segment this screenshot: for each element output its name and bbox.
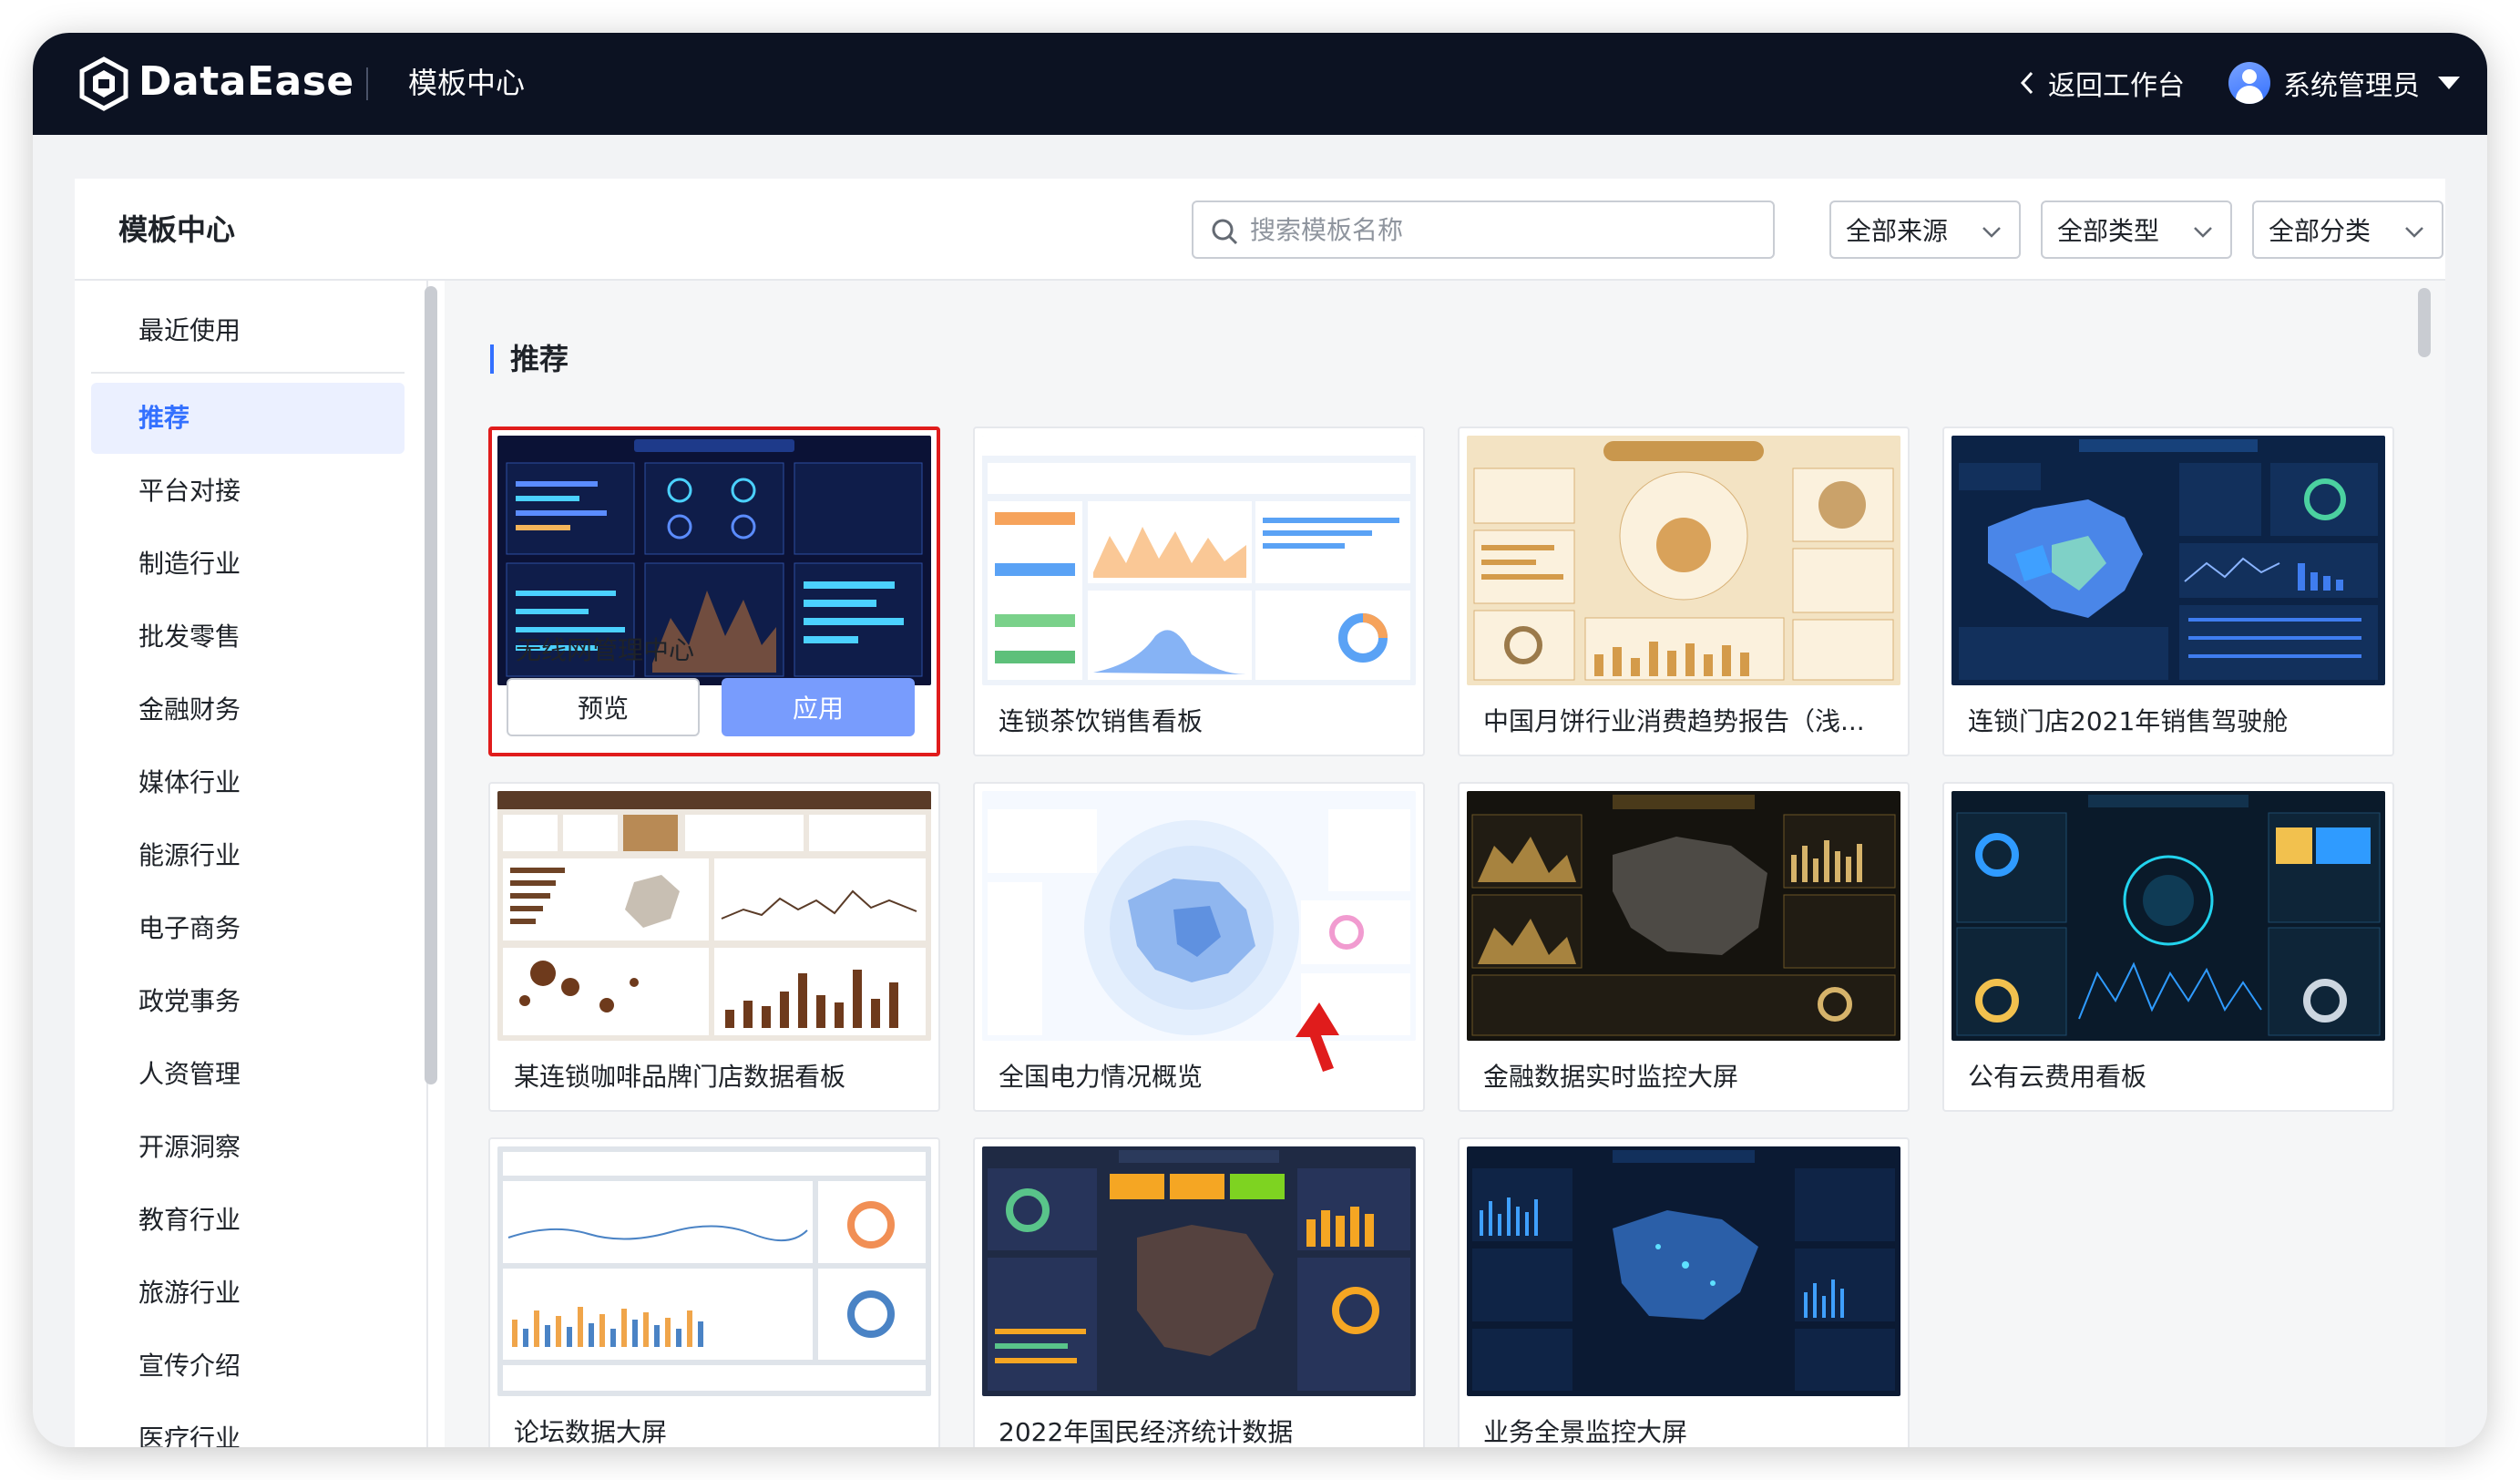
chevron-left-icon [2020,71,2033,95]
sidebar-item-media[interactable]: 媒体行业 [91,747,405,818]
template-grid: 推荐 无线网管理中心 预览 应用 连锁茶饮销售看板 中国月饼行业消费趋势报告（浅… [445,281,2445,1447]
template-card[interactable]: 业务全景监控大屏 [1458,1137,1910,1447]
search-box [1192,200,1775,259]
template-name: 论坛数据大屏 [514,1417,668,1447]
template-card[interactable]: 某连锁咖啡品牌门店数据看板 [488,782,940,1112]
template-card[interactable]: 金融数据实时监控大屏 [1458,782,1910,1112]
sidebar-item-medical[interactable]: 医疗行业 [91,1403,405,1447]
caret-down-icon [2438,77,2460,89]
sidebar-item-party-affairs[interactable]: 政党事务 [91,966,405,1037]
back-to-workbench-link[interactable]: 返回工作台 [2019,60,2185,106]
sidebar-item-promotion[interactable]: 宣传介绍 [91,1331,405,1402]
pointer-arrow-icon [1296,1002,1339,1072]
apply-button[interactable]: 应用 [722,678,915,736]
template-thumbnail [982,436,1416,685]
template-name: 全国电力情况概览 [999,1062,1204,1092]
template-thumbnail [497,1146,931,1396]
top-bar: DataEase 模板中心 返回工作台 系统管理员 [33,33,2487,135]
template-panel: 模板中心 全部来源 全部类型 全部分类 最近使用 推荐 平台对接 [75,179,2445,1447]
template-name: 业务全景监控大屏 [1483,1417,1688,1447]
sidebar-item-recent[interactable]: 最近使用 [91,295,405,366]
dataease-logo-icon [79,57,128,111]
section-title: 推荐 [490,341,569,377]
type-select[interactable]: 全部类型 [2041,200,2232,259]
template-card[interactable]: 全国电力情况概览 [973,782,1425,1112]
template-name: 中国月饼行业消费趋势报告（浅... [1483,706,1865,736]
sidebar-item-retail[interactable]: 批发零售 [91,601,405,673]
template-name: 连锁茶饮销售看板 [999,706,1204,736]
type-select-value: 全部类型 [2057,216,2160,246]
chevron-down-icon [2194,227,2212,238]
category-select[interactable]: 全部分类 [2252,200,2443,259]
preview-button[interactable]: 预览 [507,678,700,736]
page-title: 模板中心 [118,212,236,247]
header-title: 模板中心 [408,66,526,100]
sidebar-item-platform[interactable]: 平台对接 [91,456,405,527]
template-thumbnail [497,791,931,1041]
sidebar-scrollbar[interactable] [425,286,437,1084]
sidebar-item-ecommerce[interactable]: 电子商务 [91,893,405,964]
template-thumbnail [1467,436,1900,685]
template-card[interactable]: 连锁门店2021年销售驾驶舱 [1942,427,2394,756]
template-name: 2022年国民经济统计数据 [999,1417,1294,1447]
panel-header: 模板中心 全部来源 全部类型 全部分类 [75,179,2445,281]
sidebar-item-open-source[interactable]: 开源洞察 [91,1112,405,1183]
back-label: 返回工作台 [2048,70,2185,102]
template-name: 公有云费用看板 [1968,1062,2147,1092]
sidebar-item-manufacturing[interactable]: 制造行业 [91,529,405,600]
source-select[interactable]: 全部来源 [1829,200,2021,259]
search-icon [1212,219,1238,245]
template-card[interactable]: 论坛数据大屏 [488,1137,940,1447]
sidebar-item-hr[interactable]: 人资管理 [91,1039,405,1110]
template-name: 连锁门店2021年销售驾驶舱 [1968,706,2289,736]
template-card[interactable]: 公有云费用看板 [1942,782,2394,1112]
sidebar-divider [91,372,405,374]
template-card[interactable]: 无线网管理中心 预览 应用 [488,427,940,756]
template-thumbnail [1467,791,1900,1041]
template-thumbnail [982,1146,1416,1396]
template-thumbnail [1467,1146,1900,1396]
sidebar-item-tourism[interactable]: 旅游行业 [91,1258,405,1329]
chevron-down-icon [1982,227,2001,238]
template-card[interactable]: 中国月饼行业消费趋势报告（浅... [1458,427,1910,756]
brand-name: DataEase [138,58,354,105]
user-menu[interactable]: 系统管理员 [2228,58,2460,108]
chevron-down-icon [2405,227,2423,238]
category-sidebar: 最近使用 推荐 平台对接 制造行业 批发零售 金融财务 媒体行业 能源行业 电子… [75,281,428,1447]
app-window: DataEase 模板中心 返回工作台 系统管理员 模板中心 全部来源 全部类型 [33,33,2487,1447]
template-card[interactable]: 连锁茶饮销售看板 [973,427,1425,756]
template-thumbnail [1951,791,2385,1041]
template-card[interactable]: 2022年国民经济统计数据 [973,1137,1425,1447]
user-name: 系统管理员 [2283,70,2420,102]
sidebar-item-energy[interactable]: 能源行业 [91,820,405,891]
template-name: 某连锁咖啡品牌门店数据看板 [514,1062,846,1092]
divider [366,67,368,100]
template-name: 金融数据实时监控大屏 [1483,1062,1739,1092]
content-scrollbar[interactable] [2418,288,2431,357]
sidebar-item-finance[interactable]: 金融财务 [91,674,405,745]
sidebar-item-education[interactable]: 教育行业 [91,1185,405,1256]
template-thumbnail [982,791,1416,1041]
source-select-value: 全部来源 [1846,216,1949,246]
search-input[interactable] [1250,214,1773,245]
template-name: 无线网管理中心 [516,635,695,665]
template-thumbnail [1951,436,2385,685]
sidebar-item-recommended[interactable]: 推荐 [91,383,405,454]
avatar [2228,62,2270,104]
category-select-value: 全部分类 [2269,216,2371,246]
